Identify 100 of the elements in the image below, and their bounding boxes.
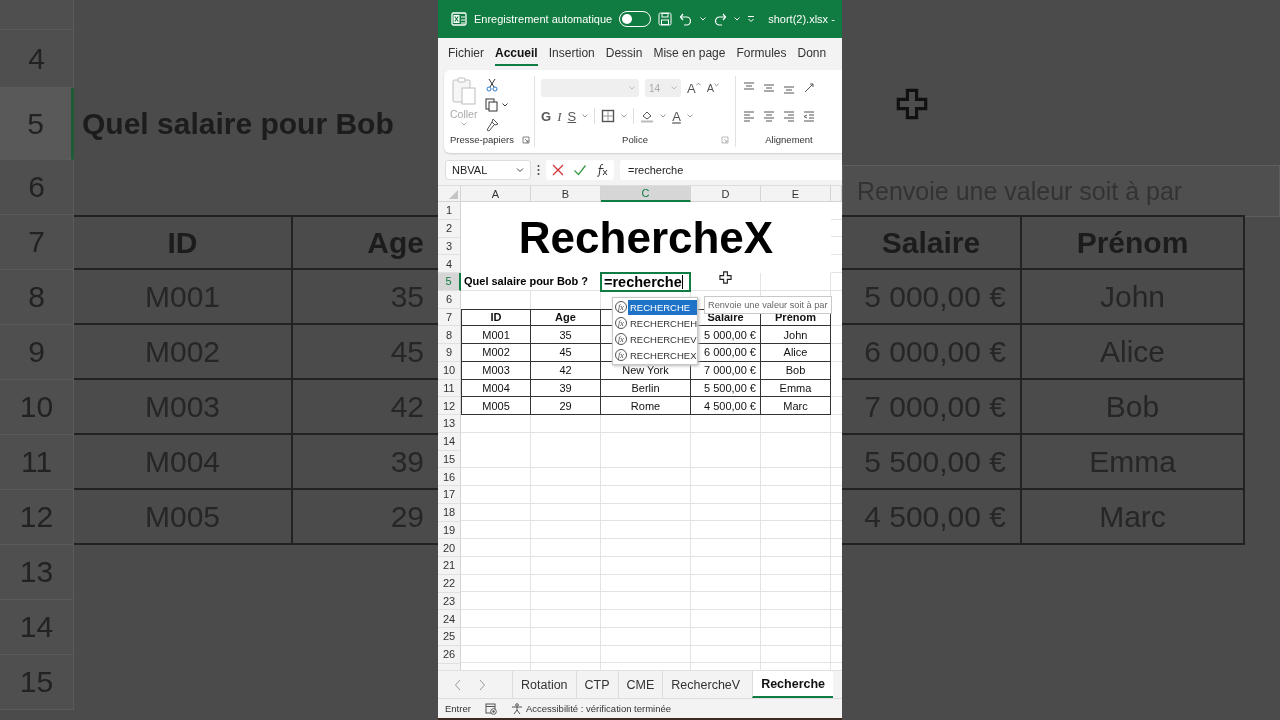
scissors-icon[interactable] xyxy=(485,78,500,92)
sheet-title: RechercheX xyxy=(461,202,831,273)
accessibility-status[interactable]: Accessibilité : vérification terminée xyxy=(525,703,672,714)
underline-button[interactable]: S xyxy=(567,109,577,123)
sheet-tab[interactable]: CME xyxy=(617,671,663,698)
table-cell: M002 xyxy=(461,344,531,362)
sheet-tab[interactable]: RechercheV xyxy=(662,671,749,698)
menu-tab[interactable]: Mise en page xyxy=(653,40,726,66)
menu-tab[interactable]: Dessin xyxy=(605,40,643,66)
function-icon[interactable] xyxy=(595,163,609,177)
table-cell: M001 xyxy=(461,326,531,344)
sheet-tab[interactable]: Rotation xyxy=(512,671,576,698)
caret-icon xyxy=(671,86,677,90)
function-tooltip: Renvoie une valeur soit à par xyxy=(704,296,832,314)
autocomplete-item[interactable]: fx RECHERCHEX xyxy=(613,347,697,363)
copy-icon[interactable] xyxy=(485,98,500,112)
macro-record-icon[interactable] xyxy=(484,702,497,715)
redo-icon[interactable] xyxy=(713,12,728,26)
menu-tab[interactable]: Insertion xyxy=(548,40,595,66)
active-cell[interactable]: =recherche xyxy=(600,272,691,292)
table-header: ID xyxy=(461,308,531,327)
caret-icon xyxy=(516,166,524,174)
menu-tab[interactable]: Accueil xyxy=(495,40,538,66)
column-header[interactable]: D xyxy=(691,186,761,202)
customize-toolbar-icon[interactable] xyxy=(747,15,756,23)
spreadsheet-app-icon xyxy=(451,11,467,27)
group-label: Alignement xyxy=(765,134,813,145)
chevron-left-icon[interactable] xyxy=(454,678,462,691)
row-header[interactable]: 25 xyxy=(438,628,461,646)
align-right-icon[interactable] xyxy=(782,109,796,123)
table-cell: 45 xyxy=(531,344,601,362)
row-header[interactable]: 13 xyxy=(438,415,461,433)
table-cell: 35 xyxy=(531,326,601,344)
formula-field[interactable]: =recherche xyxy=(620,160,842,180)
table-header: Age xyxy=(531,308,601,327)
fill-bucket-icon[interactable] xyxy=(640,109,655,123)
chevron-right-icon[interactable] xyxy=(478,678,486,691)
row-header[interactable]: 1 xyxy=(438,202,461,220)
status-mode: Entrer xyxy=(445,703,471,714)
column-header[interactable]: B xyxy=(531,186,601,202)
align-left-icon[interactable] xyxy=(742,109,756,123)
font-color-button[interactable]: A xyxy=(672,109,681,123)
column-header[interactable]: C xyxy=(601,186,691,202)
row-header: 5 xyxy=(0,88,74,160)
save-icon[interactable] xyxy=(658,12,673,26)
more-options-icon[interactable] xyxy=(537,164,540,176)
autocomplete-item[interactable]: fx RECHERCHEV xyxy=(613,331,697,347)
file-name: short(2).xlsx - xyxy=(768,13,835,25)
group-label: Presse-papiers xyxy=(450,134,514,145)
caret-icon xyxy=(460,122,467,126)
caret-icon xyxy=(629,86,635,90)
accessibility-person-icon[interactable] xyxy=(510,702,523,715)
bold-button[interactable]: G xyxy=(541,109,552,123)
table-cell: M005 xyxy=(461,397,531,415)
table-cell: Marc xyxy=(761,397,831,415)
table-cell: 29 xyxy=(531,397,601,415)
table-cell: Rome xyxy=(601,397,691,415)
menu-tab[interactable]: Donn xyxy=(797,40,827,66)
cross-cursor-icon xyxy=(719,271,732,284)
align-middle-icon[interactable] xyxy=(762,81,776,95)
decrease-indent-icon[interactable] xyxy=(802,109,816,123)
clipboard-icon xyxy=(450,76,477,106)
caret-icon xyxy=(714,82,719,87)
row-header[interactable]: 5 xyxy=(438,273,461,291)
caret-up-icon xyxy=(695,81,701,86)
column-header[interactable]: E xyxy=(761,186,831,202)
row-header[interactable]: 24 xyxy=(438,610,461,628)
table-cell: John xyxy=(761,326,831,344)
row-header[interactable]: 9 xyxy=(438,344,461,362)
italic-button[interactable]: I xyxy=(557,109,562,123)
menu-tab[interactable]: Formules xyxy=(736,40,787,66)
font-name-field[interactable] xyxy=(541,79,639,97)
borders-icon[interactable] xyxy=(601,109,616,123)
table-cell: Alice xyxy=(761,344,831,362)
undo-icon[interactable] xyxy=(679,12,694,26)
cross-cursor-icon xyxy=(896,88,928,120)
row-header[interactable]: 8 xyxy=(438,326,461,344)
grow-font-button[interactable]: A xyxy=(687,81,701,95)
text-orientation-icon[interactable] xyxy=(802,81,816,95)
column-header[interactable]: A xyxy=(461,186,531,202)
paintbrush-icon[interactable] xyxy=(485,118,500,132)
caret-icon[interactable] xyxy=(502,103,509,107)
row-header[interactable]: 21 xyxy=(438,557,461,575)
row-header[interactable]: 4 xyxy=(438,255,461,273)
cancel-icon[interactable] xyxy=(551,163,565,177)
autosave-label: Enregistrement automatique xyxy=(474,13,613,25)
sheet-tab[interactable]: CTP xyxy=(575,671,618,698)
shrink-font-button[interactable]: A xyxy=(706,82,719,94)
dialog-launcher-icon[interactable] xyxy=(521,135,530,144)
name-box[interactable]: NBVAL xyxy=(445,160,531,180)
sheet-tab[interactable]: Recherche xyxy=(752,671,834,698)
row-header[interactable]: 12 xyxy=(438,397,461,415)
group-label: Police xyxy=(622,134,648,145)
table-cell: 4 500,00 € xyxy=(691,397,761,415)
menu-tab[interactable]: Fichier xyxy=(448,40,484,66)
row-header[interactable]: 17 xyxy=(438,486,461,504)
row-header[interactable]: 20 xyxy=(438,539,461,557)
row-header[interactable]: 16 xyxy=(438,468,461,486)
checkmark-icon[interactable] xyxy=(573,163,587,177)
align-center-icon[interactable] xyxy=(762,109,776,123)
